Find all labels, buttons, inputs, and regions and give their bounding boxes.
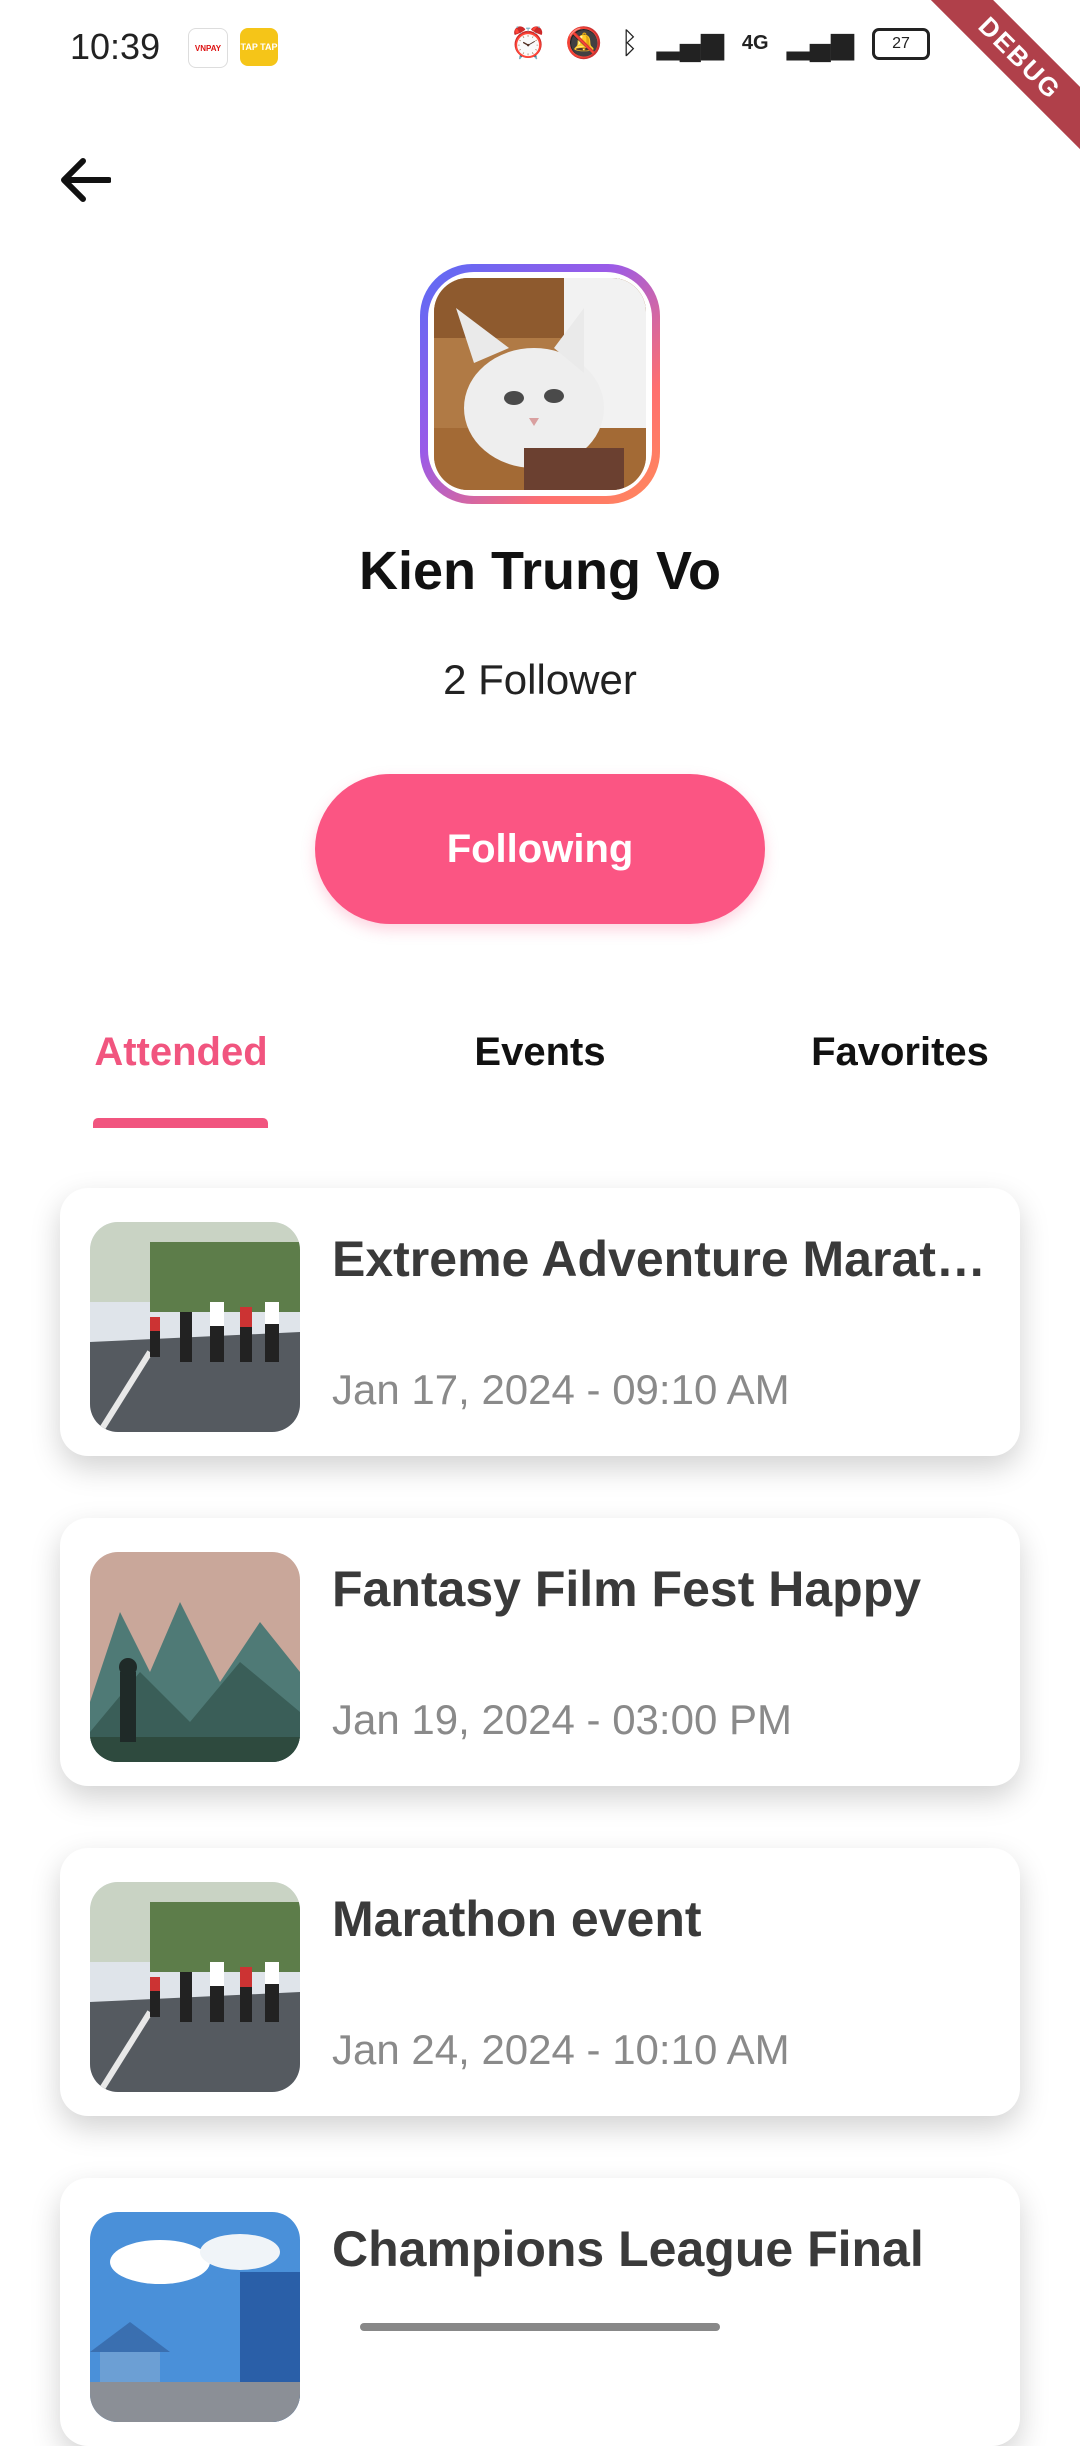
event-card[interactable]: Fantasy Film Fest Happy Jan 19, 2024 - 0…: [60, 1518, 1020, 1786]
fantasy-landscape-photo: [90, 1552, 300, 1762]
bluetooth-icon: ᛒ: [620, 26, 639, 60]
event-thumbnail: [90, 1222, 300, 1432]
system-icons: ⏰ 🔕 ᛒ ▂▄▆ 4G ▂▄▆ 27: [510, 26, 930, 61]
status-time: 10:39: [70, 26, 161, 67]
arrow-left-icon: [61, 158, 111, 202]
taptap-icon: TAP TAP: [240, 28, 278, 66]
tab-events[interactable]: Events: [440, 1030, 640, 1075]
marathon-photo: [90, 1222, 300, 1432]
marathon-photo: [90, 1882, 300, 2092]
profile-name: Kien Trung Vo: [359, 541, 721, 601]
event-card[interactable]: Champions League Final: [60, 2178, 1020, 2446]
home-indicator[interactable]: [360, 2323, 720, 2331]
village-photo: [90, 2212, 300, 2422]
tab-favorites[interactable]: Favorites: [780, 1030, 1020, 1075]
network-label: 4G: [741, 32, 769, 54]
alarm-icon: ⏰: [509, 27, 548, 60]
active-tab-indicator: [93, 1118, 268, 1128]
event-thumbnail: [90, 1552, 300, 1762]
event-card[interactable]: Extreme Adventure Marathon Jan 17, 2024 …: [60, 1188, 1020, 1456]
event-date: Jan 19, 2024 - 03:00 PM: [332, 1696, 792, 1743]
follower-count: 2 Follower: [443, 656, 637, 703]
event-date: Jan 24, 2024 - 10:10 AM: [332, 2026, 790, 2073]
following-button[interactable]: Following: [315, 774, 765, 924]
signal-icon: ▂▄▆: [656, 27, 724, 60]
event-title: Fantasy Film Fest Happy: [332, 1561, 922, 1617]
battery-icon: 27: [872, 27, 930, 60]
event-title: Extreme Adventure Marathon: [332, 1231, 992, 1287]
event-thumbnail: [90, 2212, 300, 2422]
tab-attended[interactable]: Attended: [92, 1030, 270, 1075]
event-title: Marathon event: [332, 1891, 702, 1947]
avatar[interactable]: [434, 278, 646, 490]
event-thumbnail: [90, 1882, 300, 2092]
vnpay-icon: VNPAY: [188, 28, 228, 68]
event-title: Champions League Final: [332, 2221, 924, 2277]
mute-icon: 🔕: [565, 27, 603, 60]
event-date: Jan 17, 2024 - 09:10 AM: [332, 1366, 790, 1413]
debug-banner: DEBUG: [912, 0, 1080, 166]
status-bar: 10:39 VNPAY TAP TAP ⏰ 🔕 ᛒ ▂▄▆ 4G ▂▄▆ 27 …: [0, 0, 1080, 166]
back-button[interactable]: [50, 150, 120, 210]
signal-icon-2: ▂▄▆: [786, 27, 854, 60]
profile-tabs: Attended Events Favorites: [0, 1020, 1080, 1130]
event-card[interactable]: Marathon event Jan 24, 2024 - 10:10 AM: [60, 1848, 1020, 2116]
avatar-frame: [420, 264, 660, 504]
cat-photo: [434, 278, 646, 490]
